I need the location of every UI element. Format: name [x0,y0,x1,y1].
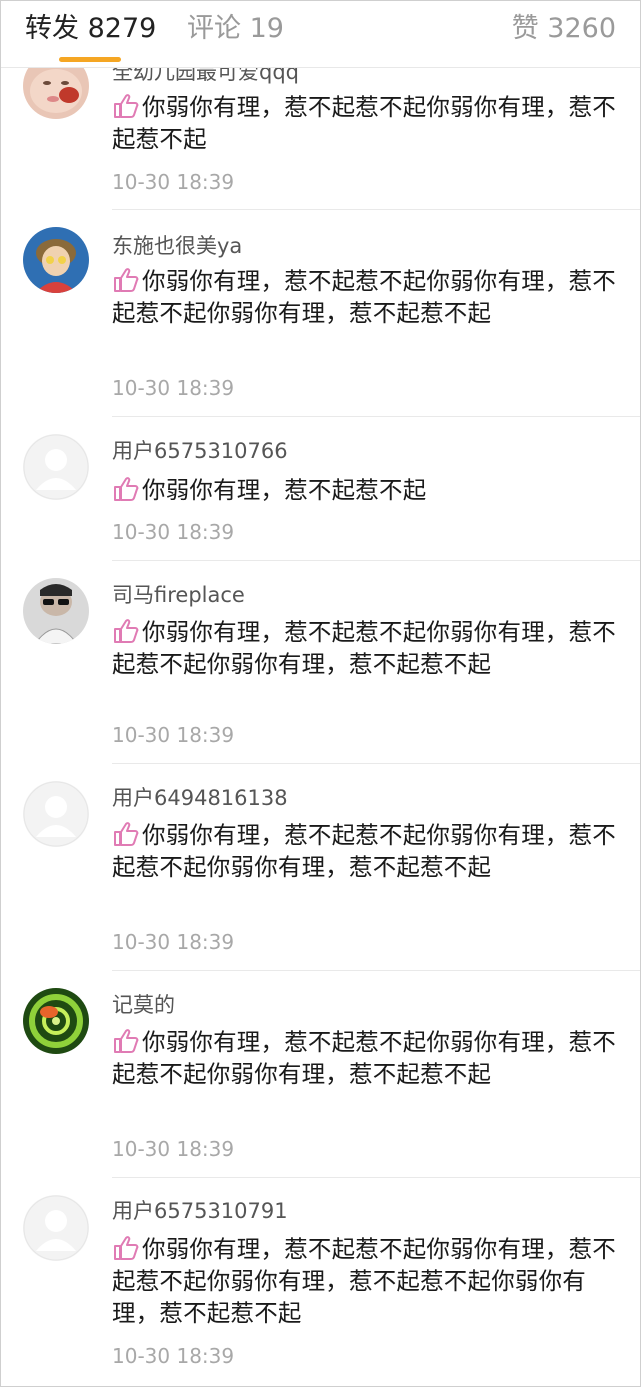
thumbs-up-icon [114,268,139,292]
default-user-avatar[interactable] [23,1195,89,1261]
green-swirl-avatar[interactable] [23,988,89,1054]
timestamp: 10-30 18:39 [112,376,235,400]
repost-text: 你弱你有理，惹不起惹不起你弱你有理，惹不起惹不起你弱你有理，惹不起惹不起你弱你有… [112,1235,616,1327]
repost-list-screen: 转发 8279 评论 19 赞 3260 全幼儿园最可爱qqq 你弱你有理，惹不… [0,0,641,1387]
divider [112,416,640,417]
thumbs-up-icon [114,94,139,118]
timestamp: 10-30 18:39 [112,930,235,954]
repost-text: 你弱你有理，惹不起惹不起你弱你有理，惹不起惹不起你弱你有理，惹不起惹不起 [112,1028,616,1088]
repost-text: 你弱你有理，惹不起惹不起你弱你有理，惹不起惹不起你弱你有理，惹不起惹不起 [112,618,616,678]
divider [112,763,640,764]
repost-list[interactable]: 全幼儿园最可爱qqq 你弱你有理，惹不起惹不起你弱你有理，惹不起惹不起 10-3… [1,67,640,1386]
timestamp: 10-30 18:39 [112,723,235,747]
active-tab-indicator [59,57,121,62]
username[interactable]: 用户6494816138 [112,785,288,811]
username[interactable]: 记莫的 [112,992,175,1018]
tab-likes[interactable]: 赞 3260 [512,13,616,45]
divider [112,560,640,561]
repost-text: 你弱你有理，惹不起惹不起 [112,474,626,506]
divider [112,209,640,210]
timestamp: 10-30 18:39 [112,170,235,194]
timestamp: 10-30 18:39 [112,1344,235,1368]
tab-bar: 转发 8279 评论 19 赞 3260 [1,1,640,68]
thumbs-up-icon [114,1029,139,1053]
username[interactable]: 东施也很美ya [112,233,242,259]
username[interactable]: 用户6575310766 [112,438,288,464]
thumbs-up-icon [114,1236,139,1260]
timestamp: 10-30 18:39 [112,520,235,544]
tab-reposts-count: 8279 [87,13,157,44]
tab-reposts-label: 转发 [25,13,79,44]
thumbs-up-icon [114,822,139,846]
repost-text: 你弱你有理，惹不起惹不起你弱你有理，惹不起惹不起 [112,93,616,153]
repost-text: 你弱你有理，惹不起惹不起你弱你有理，惹不起惹不起你弱你有理，惹不起惹不起 [112,267,616,327]
thumbs-up-icon [114,619,139,643]
sunglasses-man-avatar[interactable] [23,578,89,644]
divider [112,1177,640,1178]
timestamp: 10-30 18:39 [112,1137,235,1161]
thumbs-up-icon [114,477,139,501]
repost-text: 你弱你有理，惹不起惹不起你弱你有理，惹不起惹不起你弱你有理，惹不起惹不起 [112,821,616,881]
tab-comments[interactable]: 评论 19 [187,13,284,45]
username[interactable]: 司马fireplace [112,582,245,608]
divider [112,970,640,971]
username[interactable]: 用户6575310791 [112,1198,288,1224]
tab-reposts[interactable]: 转发 8279 [25,13,156,45]
username[interactable]: 全幼儿园最可爱qqq [112,67,299,85]
baby-photo-avatar[interactable] [23,67,89,119]
default-user-avatar[interactable] [23,781,89,847]
default-user-avatar[interactable] [23,434,89,500]
cartoon-girl-avatar[interactable] [23,227,89,293]
